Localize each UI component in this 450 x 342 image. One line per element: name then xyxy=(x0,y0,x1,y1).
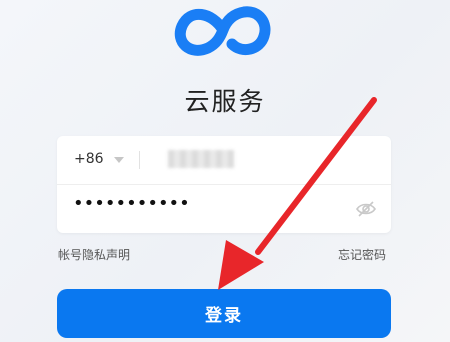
phone-row: +86 xyxy=(57,136,391,184)
country-code-selector[interactable]: +86 xyxy=(74,151,104,167)
forgot-password-link[interactable]: 忘记密码 xyxy=(338,246,386,263)
hide-password-icon[interactable] xyxy=(355,199,377,219)
password-input[interactable]: ••••••••••• xyxy=(73,193,190,214)
field-divider xyxy=(139,151,140,169)
privacy-statement-link[interactable]: 帐号隐私声明 xyxy=(58,246,130,263)
phone-number-input[interactable] xyxy=(168,150,234,168)
app-logo-icon xyxy=(174,6,271,56)
chevron-down-icon[interactable] xyxy=(114,157,124,163)
password-row: ••••••••••• xyxy=(57,185,391,233)
app-title: 云服务 xyxy=(184,87,266,116)
login-button[interactable]: 登录 xyxy=(57,289,391,338)
login-form: +86 ••••••••••• xyxy=(57,136,391,233)
